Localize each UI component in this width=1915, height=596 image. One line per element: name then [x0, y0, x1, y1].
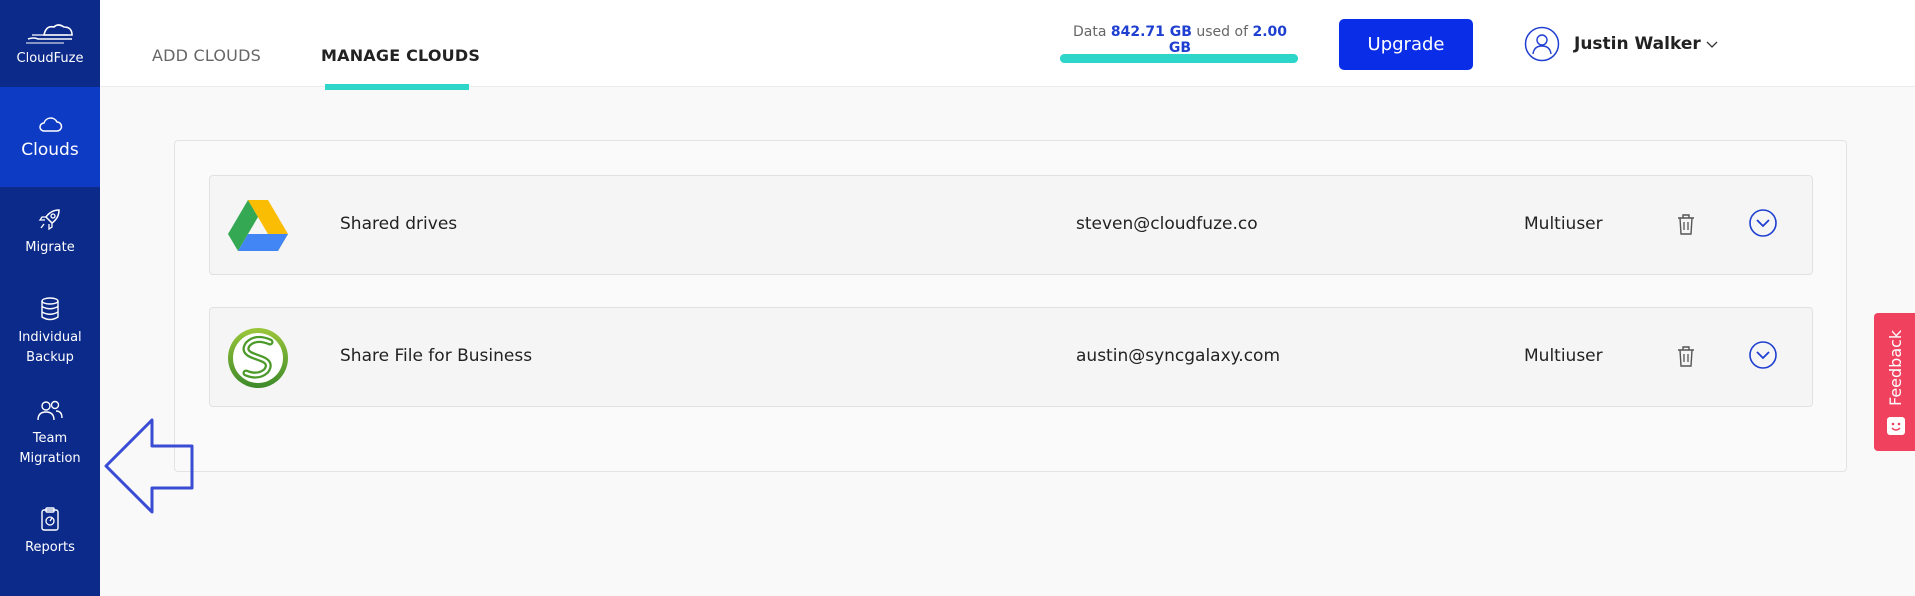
cloud-name: Shared drives: [340, 214, 458, 234]
user-name: Justin Walker: [1574, 34, 1701, 54]
sidebar-item-clouds[interactable]: Clouds: [0, 87, 100, 187]
cloud-email: steven@cloudfuze.co: [1076, 214, 1258, 234]
cloud-icon: [39, 117, 63, 132]
cloud-row: Shared drives steven@cloudfuze.co Multiu…: [209, 175, 1813, 275]
storage-quota-text: Data 842.71 GB used of 2.00 GB: [1060, 24, 1300, 56]
sidebar-item-label: Migration: [19, 451, 81, 466]
smiley-chat-icon: [1887, 417, 1905, 435]
trash-icon[interactable]: [1676, 212, 1696, 236]
expand-chevron-icon[interactable]: [1748, 340, 1778, 370]
sidebar: CloudFuze Clouds Migrate Individual Back…: [0, 0, 100, 596]
cloudfuze-logo-icon: [26, 23, 73, 43]
storage-quota-fill: [1060, 54, 1298, 63]
sidebar-item-label: Clouds: [21, 140, 79, 160]
clouds-panel: Shared drives steven@cloudfuze.co Multiu…: [174, 140, 1847, 472]
clipboard-report-icon: [41, 507, 59, 531]
user-avatar-icon: [1524, 26, 1560, 62]
upgrade-button[interactable]: Upgrade: [1339, 19, 1473, 70]
sidebar-item-label: Backup: [26, 350, 74, 365]
user-menu[interactable]: Justin Walker: [1524, 26, 1719, 62]
rocket-icon: [38, 209, 60, 231]
active-tab-indicator: [325, 84, 469, 90]
quota-used: 842.71 GB: [1110, 24, 1192, 40]
feedback-label: Feedback: [1886, 329, 1905, 407]
quota-middle: used of: [1196, 24, 1249, 40]
sidebar-item-individual-backup[interactable]: Individual Backup: [0, 294, 100, 370]
trash-icon[interactable]: [1676, 344, 1696, 368]
storage-quota-bar: [1060, 54, 1298, 63]
quota-prefix: Data: [1072, 24, 1107, 40]
feedback-tab[interactable]: Feedback: [1874, 313, 1915, 451]
expand-chevron-icon[interactable]: [1748, 208, 1778, 238]
cloud-email: austin@syncgalaxy.com: [1076, 346, 1281, 366]
chevron-down-icon: [1706, 41, 1718, 48]
google-drive-icon: [228, 200, 288, 251]
sidebar-item-migrate[interactable]: Migrate: [0, 197, 100, 267]
brand-logo[interactable]: CloudFuze: [0, 0, 100, 86]
sidebar-item-label: Team: [32, 431, 68, 446]
users-icon: [37, 400, 63, 421]
tab-add-clouds[interactable]: ADD CLOUDS: [152, 46, 261, 65]
sidebar-item-team-migration[interactable]: Team Migration: [0, 396, 100, 472]
cloud-name: Share File for Business: [340, 346, 533, 366]
sidebar-item-reports[interactable]: Reports: [0, 502, 100, 562]
left-arrow-annotation-icon: [104, 418, 194, 514]
cloud-row: Share File for Business austin@syncgalax…: [209, 307, 1813, 407]
sidebar-item-label: Migrate: [25, 240, 75, 255]
sidebar-item-label: Individual: [18, 330, 82, 345]
cloud-type: Multiuser: [1524, 346, 1603, 366]
sidebar-item-label: Reports: [25, 540, 75, 555]
cloud-type: Multiuser: [1524, 214, 1603, 234]
tab-manage-clouds[interactable]: MANAGE CLOUDS: [321, 46, 480, 65]
top-header: ADD CLOUDS MANAGE CLOUDS Data 842.71 GB …: [100, 0, 1915, 90]
database-icon: [41, 297, 59, 321]
brand-name: CloudFuze: [16, 50, 84, 66]
sharefile-icon: [228, 328, 288, 388]
